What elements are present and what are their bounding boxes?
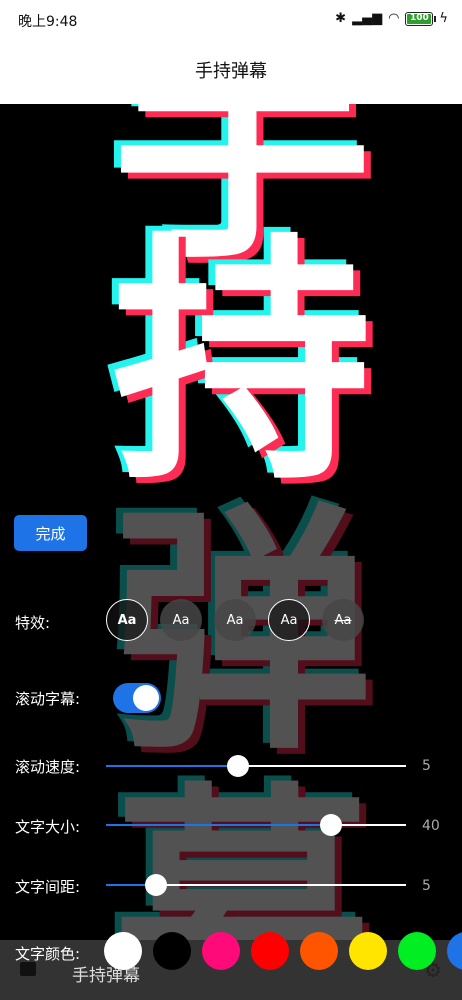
done-button[interactable]: 完成 [14,515,87,551]
charging-icon: ϟ [439,11,448,26]
battery-level: 100 [410,12,429,23]
size-slider-thumb[interactable] [320,814,342,836]
folder-icon[interactable] [20,962,36,976]
color-swatch-6[interactable] [349,932,387,970]
size-label: 文字大小: [15,818,81,836]
color-swatches [104,932,462,972]
effect-option-bold[interactable]: Aa [106,599,148,641]
effect-option-strikethrough[interactable]: Aa [322,599,364,641]
status-time: 晚上9:48 [18,14,78,30]
color-swatch-5[interactable] [300,932,338,970]
battery-icon: 100 [405,11,437,26]
spacing-slider[interactable] [106,873,406,897]
speed-slider-thumb[interactable] [227,755,249,777]
page-title: 手持弹幕 [195,61,267,82]
app-bar: 手持弹幕 [0,40,462,104]
wifi-icon: ◠ [388,11,400,26]
speed-slider[interactable] [106,754,406,778]
danmaku-stage[interactable]: 手 手 手 持 持 持 弹 弹 弹 幕 幕 幕 [0,104,462,1000]
size-slider[interactable] [106,813,406,837]
color-swatch-1[interactable] [104,932,142,970]
effect-option-plain[interactable]: Aa [214,599,256,641]
color-swatch-3[interactable] [202,932,240,970]
spacing-slider-thumb[interactable] [144,874,167,896]
effect-option-normal[interactable]: Aa [160,599,202,641]
toggle-knob [133,685,159,711]
color-swatch-2[interactable] [153,932,191,970]
color-swatch-7[interactable] [398,932,436,970]
color-label: 文字颜色: [15,945,81,963]
signal-icon: ▂▄▆ [352,11,383,26]
effect-option-outline[interactable]: Aa [268,599,310,641]
color-swatch-8[interactable] [447,932,462,970]
bluetooth-icon: ✱ [335,11,347,26]
status-icons: ✱ ▂▄▆ ◠ 100 ϟ [335,11,448,26]
spacing-value: 5 [422,878,431,894]
effects-label: 特效: [15,614,51,632]
speed-value: 5 [422,758,431,774]
effects-options: Aa Aa Aa Aa Aa [106,599,364,641]
speed-label: 滚动速度: [15,758,81,776]
size-value: 40 [422,818,440,834]
spacing-label: 文字间距: [15,878,81,896]
color-swatch-4[interactable] [251,932,289,970]
scroll-toggle[interactable] [113,683,161,713]
scroll-label: 滚动字幕: [15,690,81,708]
status-bar: 晚上9:48 ✱ ▂▄▆ ◠ 100 ϟ [0,0,462,40]
